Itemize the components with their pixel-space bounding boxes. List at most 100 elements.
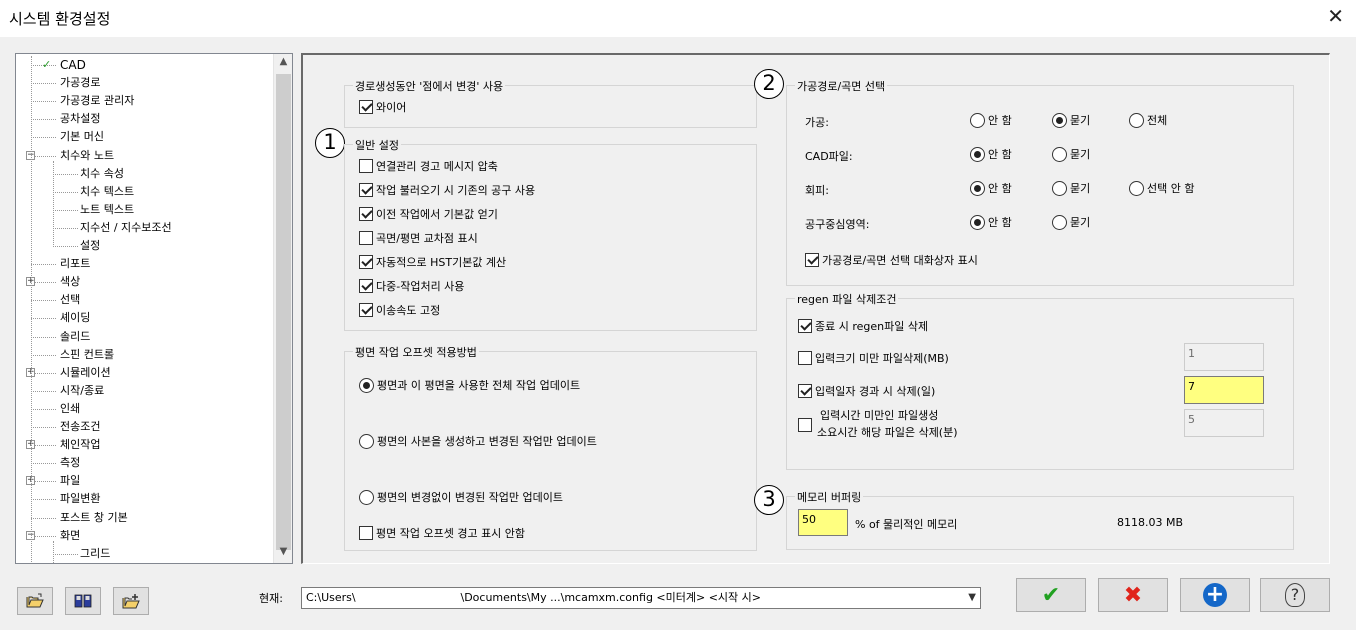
checkbox-box[interactable]	[359, 279, 373, 293]
plane-offset-warn-checkbox[interactable]: 평면 작업 오프셋 경고 표시 안함	[359, 526, 525, 542]
tree-item[interactable]: 셰이딩	[16, 309, 274, 327]
checkbox-box[interactable]	[359, 183, 373, 197]
tree-item[interactable]: 가공경로 관리자	[16, 92, 274, 110]
radio-option[interactable]: 안 함	[970, 181, 1012, 197]
checkbox-box[interactable]	[798, 384, 812, 398]
scroll-up-icon[interactable]: ▲	[274, 56, 292, 73]
radio-dot[interactable]	[970, 147, 985, 162]
regen-time-checkbox[interactable]	[798, 416, 815, 446]
tree-item[interactable]: 뷰시트	[16, 563, 274, 564]
plane-offset-radio[interactable]: 평면과 이 평면을 사용한 전체 작업 업데이트	[359, 378, 580, 394]
regen-days-checkbox[interactable]: 입력일자 경과 시 삭제(일)	[798, 384, 935, 400]
tree-item[interactable]: ✓ CAD	[16, 56, 274, 74]
radio-dot[interactable]	[359, 490, 374, 505]
open-config-button[interactable]	[17, 587, 53, 615]
radio-option[interactable]: 안 함	[970, 113, 1012, 129]
radio-option[interactable]: 묻기	[1052, 181, 1090, 197]
tree-item[interactable]: + 시뮬레이션	[16, 364, 274, 382]
tree-item[interactable]: 공차설정	[16, 110, 274, 128]
chevron-down-icon[interactable]: ▼	[968, 588, 976, 608]
radio-dot[interactable]	[1052, 215, 1067, 230]
config-file-select[interactable]: C:\Users\ \Documents\My ...\mcamxm.confi…	[301, 587, 981, 609]
help-button[interactable]: ?	[1260, 578, 1330, 612]
general-option[interactable]: 이송속도 고정	[359, 303, 440, 319]
checkbox-box[interactable]	[798, 319, 812, 333]
tree-item[interactable]: + 색상	[16, 273, 274, 291]
checkbox-box[interactable]	[359, 207, 373, 221]
tree-item[interactable]: 리포트	[16, 255, 274, 273]
checkbox-box[interactable]	[359, 255, 373, 269]
tree-item[interactable]: 가공경로	[16, 74, 274, 92]
regen-size-input[interactable]: 1	[1184, 343, 1264, 371]
radio-option[interactable]: 전체	[1129, 113, 1167, 129]
regen-size-checkbox[interactable]: 입력크기 미만 파일삭제(MB)	[798, 351, 949, 367]
tree-scrollbar[interactable]: ▲ ▼	[273, 54, 292, 563]
plane-offset-radio[interactable]: 평면의 변경없이 변경된 작업만 업데이트	[359, 490, 563, 506]
tree-item[interactable]: + 파일	[16, 472, 274, 490]
checkbox-box[interactable]	[359, 231, 373, 245]
scroll-thumb[interactable]	[276, 74, 291, 550]
settings-tree[interactable]: ✓ CAD 가공경로 가공경로 관리자 공차설정 기본 머신 − 치수와 노트 치수 속성 치수 …	[15, 53, 293, 564]
checkbox-box[interactable]	[359, 526, 373, 540]
tree-item[interactable]: 설정	[16, 237, 274, 255]
regen-days-input[interactable]: 7	[1184, 376, 1264, 404]
wire-checkbox-box[interactable]	[359, 100, 373, 114]
tree-item[interactable]: + 체인작업	[16, 436, 274, 454]
radio-dot[interactable]	[970, 181, 985, 196]
wire-checkbox[interactable]: 와이어	[359, 100, 406, 116]
radio-option[interactable]: 묻기	[1052, 147, 1090, 163]
toolpath-dialog-checkbox[interactable]: 가공경로/곡면 선택 대화상자 표시	[805, 253, 978, 269]
plane-offset-radio[interactable]: 평면의 사본을 생성하고 변경된 작업만 업데이트	[359, 434, 597, 450]
radio-dot[interactable]	[1052, 113, 1067, 128]
checkbox-box[interactable]	[798, 351, 812, 365]
radio-option[interactable]: 묻기	[1052, 113, 1090, 129]
general-option[interactable]: 다중-작업처리 사용	[359, 279, 464, 295]
radio-dot[interactable]	[970, 215, 985, 230]
tree-item[interactable]: 치수 속성	[16, 165, 274, 183]
radio-option[interactable]: 선택 안 함	[1129, 181, 1194, 197]
general-option[interactable]: 연결관리 경고 메시지 압축	[359, 159, 498, 175]
tree-item[interactable]: 선택	[16, 291, 274, 309]
general-option[interactable]: 곡면/평면 교차점 표시	[359, 231, 478, 247]
tree-item[interactable]: 포스트 창 기본	[16, 509, 274, 527]
checkbox-box[interactable]	[805, 253, 819, 267]
tree-item[interactable]: 파일변환	[16, 490, 274, 508]
radio-dot[interactable]	[359, 378, 374, 393]
tree-item[interactable]: 지수선 / 지수보조선	[16, 219, 274, 237]
checkbox-box[interactable]	[359, 303, 373, 317]
ok-button[interactable]: ✔	[1016, 578, 1086, 612]
tree-item[interactable]: 기본 머신	[16, 128, 274, 146]
regen-time-input[interactable]: 5	[1184, 409, 1264, 437]
general-option[interactable]: 이전 작업에서 기본값 얻기	[359, 207, 498, 223]
tree-item[interactable]: 전송조건	[16, 418, 274, 436]
tree-item[interactable]: 치수 텍스트	[16, 183, 274, 201]
tree-item[interactable]: − 화면	[16, 527, 274, 545]
radio-option[interactable]: 묻기	[1052, 215, 1090, 231]
add-button[interactable]: +	[1180, 578, 1250, 612]
memory-percent-input[interactable]: 50	[798, 509, 848, 536]
radio-dot[interactable]	[1052, 181, 1067, 196]
tree-item[interactable]: 그리드	[16, 545, 274, 563]
general-option[interactable]: 자동적으로 HST기본값 계산	[359, 255, 506, 271]
save-config-button[interactable]	[65, 587, 101, 615]
radio-dot[interactable]	[1129, 113, 1144, 128]
merge-config-button[interactable]	[113, 587, 149, 615]
radio-option[interactable]: 안 함	[970, 147, 1012, 163]
checkbox-box[interactable]	[798, 418, 812, 432]
cancel-button[interactable]: ✖	[1098, 578, 1168, 612]
tree-item[interactable]: 측정	[16, 454, 274, 472]
tree-item[interactable]: 솔리드	[16, 328, 274, 346]
close-icon[interactable]: ✕	[1327, 4, 1344, 28]
tree-item[interactable]: 스핀 컨트롤	[16, 346, 274, 364]
regen-on-exit-checkbox[interactable]: 종료 시 regen파일 삭제	[798, 319, 928, 335]
radio-dot[interactable]	[970, 113, 985, 128]
checkbox-box[interactable]	[359, 159, 373, 173]
radio-dot[interactable]	[1052, 147, 1067, 162]
tree-item[interactable]: 시작/종료	[16, 382, 274, 400]
tree-item[interactable]: − 치수와 노트	[16, 147, 274, 165]
tree-item[interactable]: 인쇄	[16, 400, 274, 418]
radio-dot[interactable]	[1129, 181, 1144, 196]
radio-option[interactable]: 안 함	[970, 215, 1012, 231]
radio-dot[interactable]	[359, 434, 374, 449]
general-option[interactable]: 작업 불러오기 시 기존의 공구 사용	[359, 183, 535, 199]
